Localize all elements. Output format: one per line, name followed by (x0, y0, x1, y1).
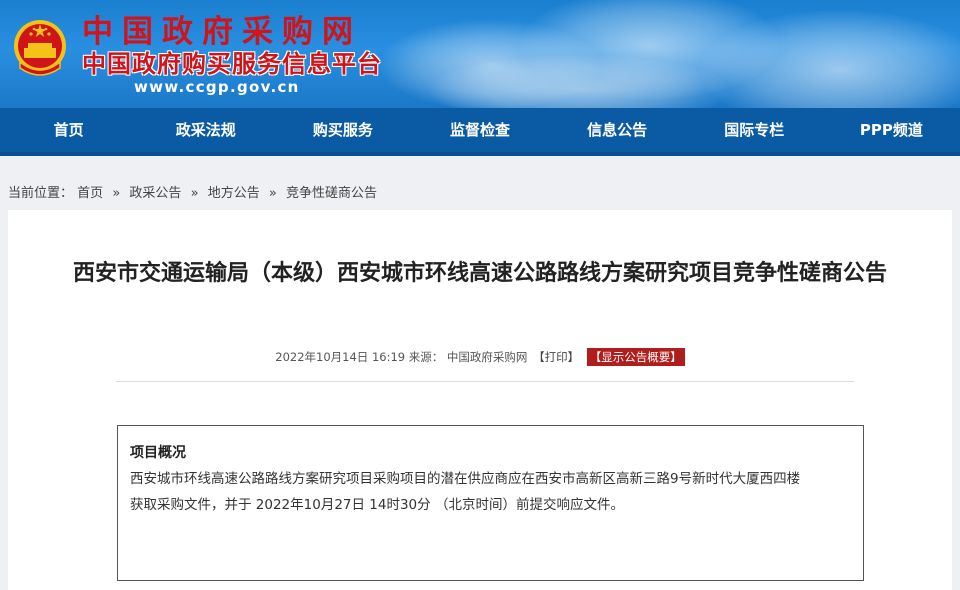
nav-item-regulations[interactable]: 政采法规 (137, 108, 274, 152)
breadcrumb-prefix: 当前位置： (8, 186, 74, 201)
nav-item-purchase-services[interactable]: 购买服务 (274, 108, 411, 152)
divider (116, 381, 854, 382)
breadcrumb-home[interactable]: 首页 (77, 186, 103, 201)
show-summary-button[interactable]: 【显示公告概要】 (586, 348, 685, 366)
nav-item-announcements[interactable]: 信息公告 (549, 108, 686, 152)
breadcrumb: 当前位置： 首页 » 政采公告 » 地方公告 » 竞争性磋商公告 (0, 156, 960, 216)
source-label: 来源： (408, 350, 444, 364)
article-title: 西安市交通运输局（本级）西安城市环线高速公路路线方案研究项目竞争性磋商公告 (72, 261, 887, 286)
breadcrumb-local-announcements[interactable]: 地方公告 (208, 186, 260, 201)
overview-paragraph-2: 获取采购文件，并于 2022年10月27日 14时30分 （北京时间）前提交响应… (130, 497, 624, 513)
main-nav: 首页 政采法规 购买服务 监督检查 信息公告 国际专栏 PPP频道 (0, 108, 960, 156)
breadcrumb-gov-procurement[interactable]: 政采公告 (129, 186, 181, 201)
project-overview-box: 项目概况 西安城市环线高速公路路线方案研究项目采购项目的潜在供应商应在西安市高新… (117, 425, 864, 581)
nav-item-international[interactable]: 国际专栏 (686, 108, 823, 152)
publish-date: 2022年10月14日 16:19 (275, 350, 406, 364)
breadcrumb-competitive-consultation[interactable]: 竞争性磋商公告 (286, 186, 377, 201)
overview-heading: 项目概况 (130, 445, 186, 461)
nav-item-ppp[interactable]: PPP频道 (823, 108, 960, 152)
breadcrumb-separator: » (190, 186, 199, 201)
article-panel: 西安市交通运输局（本级）西安城市环线高速公路路线方案研究项目竞争性磋商公告 20… (8, 210, 952, 590)
breadcrumb-separator: » (112, 186, 121, 201)
site-title: 中国政府采购网 (82, 14, 362, 50)
article-meta: 2022年10月14日 16:19 来源： 中国政府采购网 【打印】 【显示公告… (8, 348, 952, 366)
site-banner: 中国政府采购网 中国政府购买服务信息平台 www.ccgp.gov.cn (0, 0, 960, 108)
national-emblem-icon[interactable] (10, 18, 70, 80)
breadcrumb-separator: » (268, 186, 277, 201)
platform-title: 中国政府购买服务信息平台 (82, 50, 382, 78)
nav-item-supervision[interactable]: 监督检查 (411, 108, 548, 152)
site-url: www.ccgp.gov.cn (134, 78, 300, 96)
nav-item-home[interactable]: 首页 (0, 108, 137, 152)
source-name: 中国政府采购网 (446, 350, 528, 364)
print-link[interactable]: 【打印】 (533, 350, 579, 364)
overview-paragraph-1: 西安城市环线高速公路路线方案研究项目采购项目的潜在供应商应在西安市高新区高新三路… (130, 471, 801, 487)
